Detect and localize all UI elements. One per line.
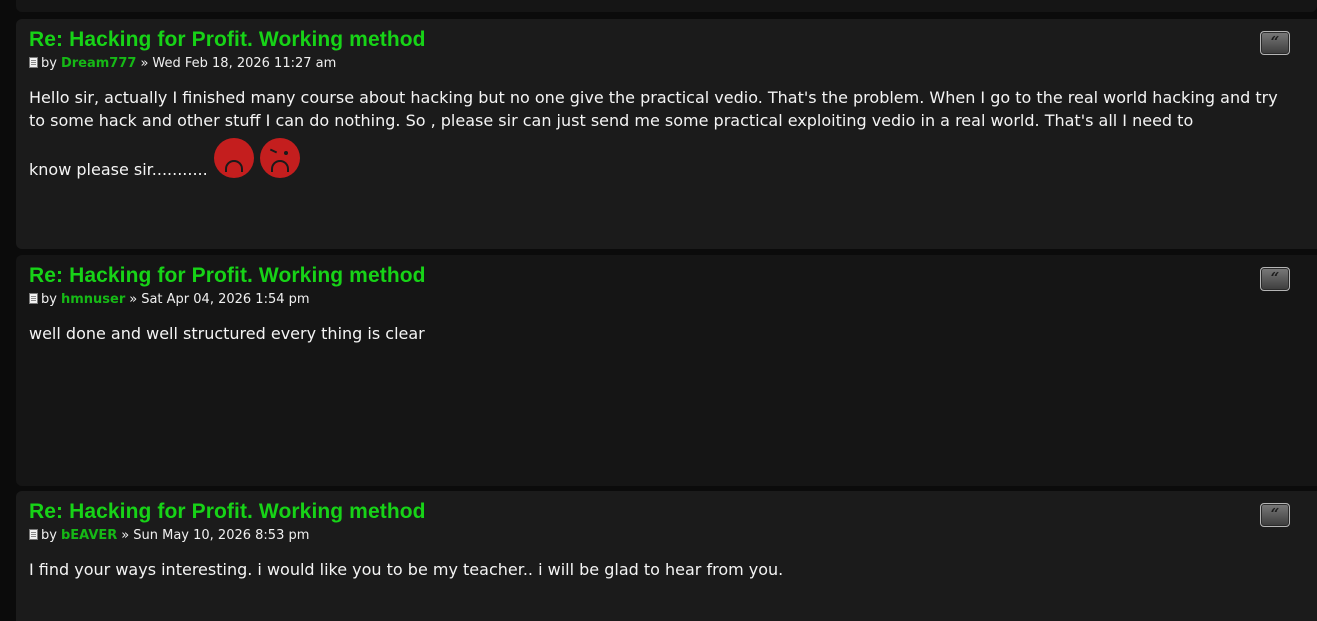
by-label: by (41, 56, 57, 71)
author-link[interactable]: bEAVER (61, 528, 117, 543)
quote-icon: “ (1270, 269, 1280, 287)
author-link[interactable]: Dream777 (61, 56, 136, 71)
author-link[interactable]: hmnuser (61, 292, 125, 307)
meta-separator: » (121, 528, 130, 543)
meta-separator: » (140, 56, 149, 71)
post-icon[interactable] (29, 293, 38, 304)
quote-button[interactable]: “ (1260, 267, 1290, 291)
by-label: by (41, 292, 57, 307)
quote-icon: “ (1270, 33, 1280, 51)
post-content: Hello sir, actually I finished many cour… (29, 86, 1294, 179)
quote-button[interactable]: “ (1260, 31, 1290, 55)
post-title[interactable]: Re: Hacking for Profit. Working method (29, 264, 426, 288)
post-meta: by hmnuser » Sat Apr 04, 2026 1:54 pm (29, 292, 310, 307)
by-label: by (41, 528, 57, 543)
post-text-line-with-smilies: know please sir........... (29, 138, 1294, 179)
sad-face-icon (213, 138, 254, 178)
post: Re: Hacking for Profit. Working method b… (16, 19, 1317, 249)
post-meta: by bEAVER » Sun May 10, 2026 8:53 pm (29, 528, 309, 543)
post-date: Wed Feb 18, 2026 11:27 am (152, 56, 337, 71)
post-icon[interactable] (29, 57, 38, 68)
post-meta: by Dream777 » Wed Feb 18, 2026 11:27 am (29, 56, 336, 71)
post-icon[interactable] (29, 529, 38, 540)
topic-page: Re: Hacking for Profit. Working method b… (0, 0, 1317, 621)
post-text-line: I find your ways interesting. i would li… (29, 560, 784, 579)
meta-separator: » (129, 292, 138, 307)
post: Re: Hacking for Profit. Working method b… (16, 255, 1317, 486)
previous-post-edge (16, 0, 1317, 12)
post-content: I find your ways interesting. i would li… (29, 558, 1294, 581)
post: Re: Hacking for Profit. Working method b… (16, 491, 1317, 621)
quote-button[interactable]: “ (1260, 503, 1290, 527)
post-content: well done and well structured every thin… (29, 322, 1294, 345)
post-date: Sun May 10, 2026 8:53 pm (133, 528, 310, 543)
post-text-line: well done and well structured every thin… (29, 324, 425, 343)
post-date: Sat Apr 04, 2026 1:54 pm (141, 292, 310, 307)
post-text-line: Hello sir, actually I finished many cour… (29, 88, 1251, 107)
quote-icon: “ (1270, 505, 1280, 523)
post-title[interactable]: Re: Hacking for Profit. Working method (29, 28, 426, 52)
post-text: know please sir........... (29, 160, 208, 179)
sad-face-icon (259, 138, 300, 178)
post-title[interactable]: Re: Hacking for Profit. Working method (29, 500, 426, 524)
